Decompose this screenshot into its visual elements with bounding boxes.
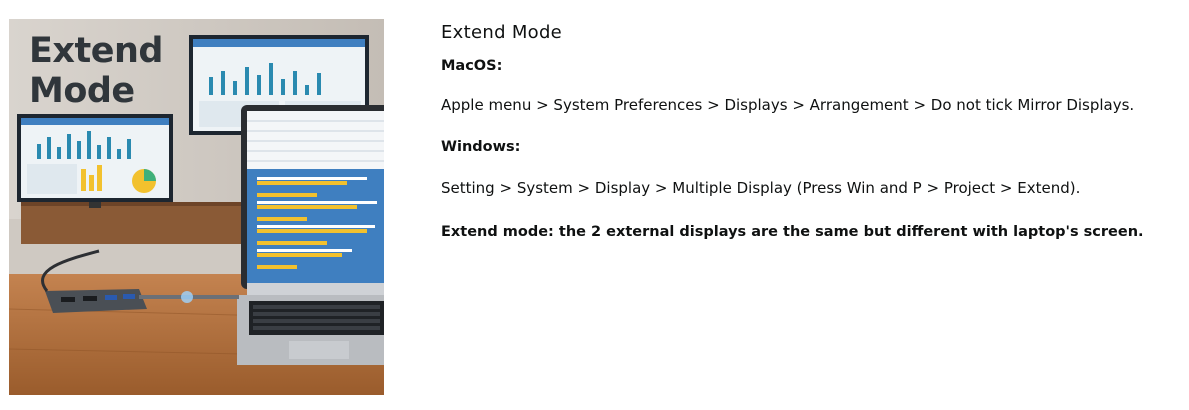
extend-mode-note: Extend mode: the 2 external displays are…: [441, 224, 1144, 240]
macos-label: MacOS:: [441, 58, 503, 74]
macos-steps: Apple menu > System Preferences > Displa…: [441, 96, 1135, 114]
section-heading: Extend Mode: [441, 22, 563, 43]
windows-label: Windows:: [441, 139, 521, 155]
image-title: Extend Mode: [29, 31, 163, 111]
extend-mode-section: Extend Mode MacOS: Apple menu > System P…: [441, 20, 1171, 242]
laptop: [237, 105, 384, 365]
product-image: Extend Mode: [9, 19, 384, 395]
windows-steps: Setting > System > Display > Multiple Di…: [441, 179, 1081, 197]
monitor-left: [17, 114, 173, 208]
